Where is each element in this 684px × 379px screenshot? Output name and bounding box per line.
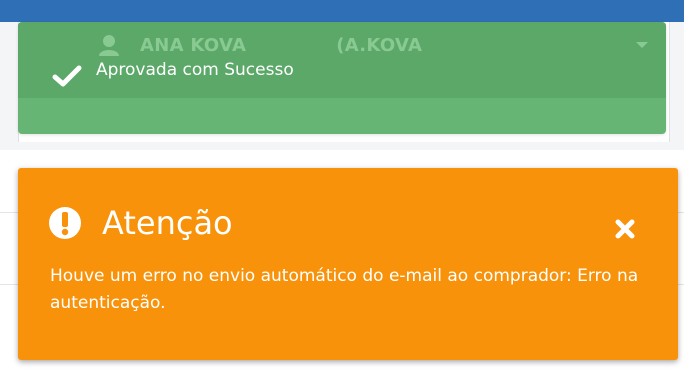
page: ANA KOVA (A.KOVA Aprovada com Sucesso At… <box>0 0 684 379</box>
user-login: (A.KOVA <box>336 34 423 56</box>
user-name: ANA KOVA <box>140 34 247 56</box>
warning-header: Atenção <box>48 206 233 240</box>
exclamation-circle-icon <box>49 207 81 239</box>
warning-message: Houve um erro no envio automático do e-m… <box>50 266 639 313</box>
user-icon <box>99 35 119 56</box>
chevron-down-icon[interactable] <box>636 42 648 48</box>
warning-toast: Atenção Houve um erro no envio automátic… <box>18 168 678 360</box>
user-menu[interactable]: ANA KOVA (A.KOVA <box>98 32 422 58</box>
success-message-row: Aprovada com Sucesso <box>52 60 294 90</box>
success-message: Aprovada com Sucesso <box>96 60 294 80</box>
check-icon <box>52 65 82 87</box>
success-toast[interactable]: ANA KOVA (A.KOVA Aprovada com Sucesso <box>18 22 666 134</box>
close-icon[interactable] <box>614 218 636 240</box>
warning-title: Atenção <box>102 204 233 242</box>
app-top-bar <box>0 0 684 22</box>
